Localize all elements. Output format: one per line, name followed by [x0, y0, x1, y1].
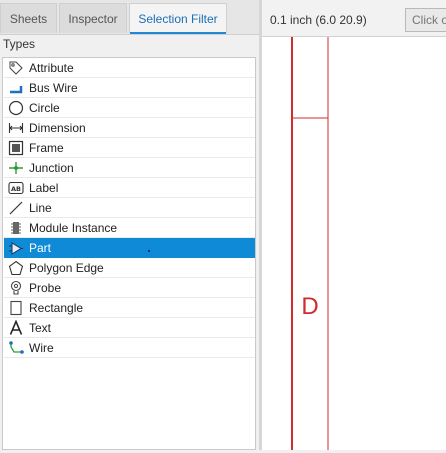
part-icon [7, 239, 25, 257]
type-item-polygon-edge[interactable]: Polygon Edge [4, 258, 255, 278]
frame-icon [7, 139, 25, 157]
cursor-dot [148, 250, 150, 252]
canvas-toolbar: 0.1 inch (6.0 20.9) [262, 0, 446, 37]
types-heading: Types [3, 37, 36, 51]
type-item-label: Junction [29, 160, 74, 175]
tab-selection-filter[interactable]: Selection Filter [129, 3, 227, 34]
type-item-attribute[interactable]: Attribute [4, 58, 255, 78]
type-item-label: Attribute [29, 60, 74, 75]
circle-icon [7, 99, 25, 117]
svg-text:AB: AB [11, 185, 21, 193]
type-item-circle[interactable]: Circle [4, 98, 255, 118]
module-instance-icon [7, 219, 25, 237]
type-item-part[interactable]: Part [4, 238, 255, 258]
type-item-label: Text [29, 320, 52, 335]
probe-icon [7, 279, 25, 297]
type-item-rectangle[interactable]: Rectangle [4, 298, 255, 318]
type-item-dimension[interactable]: Dimension [4, 118, 255, 138]
type-item-text[interactable]: Text [4, 318, 255, 338]
type-item-label: Part [29, 240, 52, 255]
label-icon: AB [7, 179, 25, 197]
wire-icon [7, 339, 25, 357]
polygon-icon [7, 259, 25, 277]
type-item-label: Line [29, 200, 52, 215]
coordinate-readout: 0.1 inch (6.0 20.9) [270, 13, 367, 27]
type-item-label: Module Instance [29, 220, 118, 235]
type-item-label: Probe [29, 280, 62, 295]
bus-wire-icon [7, 79, 25, 97]
junction-icon [7, 159, 25, 177]
types-list: Attribute Bus Wire Circle Dimension Fram [2, 57, 256, 450]
frame-zone-letter: D [301, 293, 318, 320]
rectangle-icon [7, 299, 25, 317]
type-item-wire[interactable]: Wire [4, 338, 255, 358]
type-item-label: Wire [29, 340, 54, 355]
type-item-label: Rectangle [29, 300, 84, 315]
type-item-label: Polygon Edge [29, 260, 104, 275]
type-item-junction[interactable]: Junction [4, 158, 255, 178]
type-item-label: Dimension [29, 120, 86, 135]
type-item-frame[interactable]: Frame [4, 138, 255, 158]
type-item-bus-wire[interactable]: Bus Wire [4, 78, 255, 98]
type-item-line[interactable]: Line [4, 198, 255, 218]
schematic-canvas[interactable]: D [262, 37, 446, 450]
line-icon [7, 199, 25, 217]
type-item-label: Bus Wire [29, 80, 78, 95]
text-icon [7, 319, 25, 337]
drawing-frame: D [291, 37, 329, 450]
command-line-input[interactable] [405, 8, 446, 32]
tab-bar: Sheets Inspector Selection Filter [0, 0, 259, 35]
type-item-probe[interactable]: Probe [4, 278, 255, 298]
dimension-icon [7, 119, 25, 137]
type-item-module-instance[interactable]: Module Instance [4, 218, 255, 238]
type-item-label: Label [29, 180, 59, 195]
type-item-label[interactable]: AB Label [4, 178, 255, 198]
tab-inspector[interactable]: Inspector [59, 3, 127, 33]
type-item-label: Circle [29, 100, 60, 115]
tag-icon [7, 59, 25, 77]
left-panel: Sheets Inspector Selection Filter Types … [0, 0, 259, 450]
tab-sheets[interactable]: Sheets [0, 3, 57, 33]
type-item-label: Frame [29, 140, 64, 155]
